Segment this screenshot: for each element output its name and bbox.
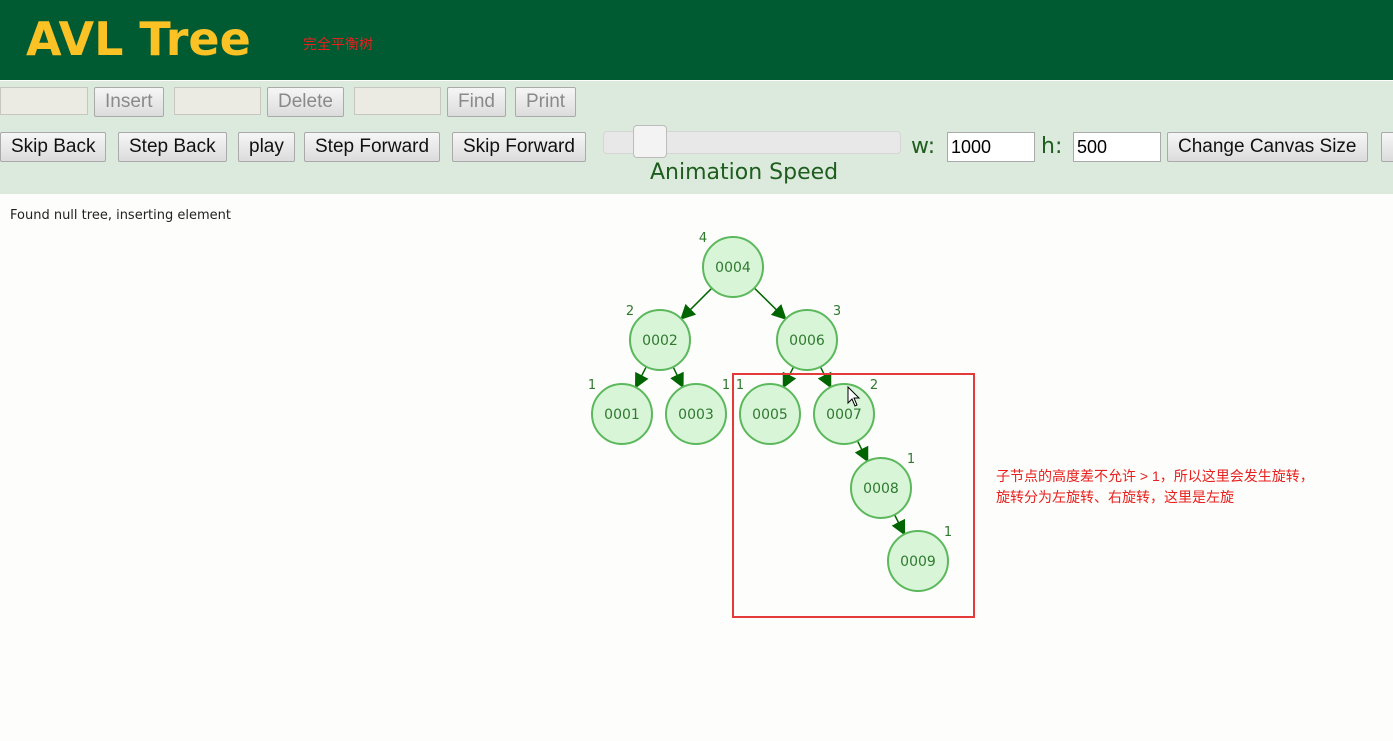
tree-edge xyxy=(680,287,713,320)
node-label: 0002 xyxy=(642,333,678,349)
node-height-label: 4 xyxy=(699,231,707,246)
node-height-label: 2 xyxy=(626,304,634,319)
mouse-cursor-icon xyxy=(847,386,861,407)
rotation-annotation: 子节点的高度差不允许 > 1，所以这里会发生旋转， 旋转分为左旋转、右旋转，这里… xyxy=(996,466,1314,508)
tree-canvas: 0004400022000630001100031000510007200081… xyxy=(588,231,952,592)
tree-edge xyxy=(670,366,684,389)
tree-edge xyxy=(635,366,649,389)
node-label: 0001 xyxy=(604,407,640,423)
annotation-line-2: 旋转分为左旋转、右旋转，这里是左旋 xyxy=(996,489,1234,505)
node-height-label: 1 xyxy=(722,378,730,393)
node-label: 0004 xyxy=(715,260,751,276)
node-height-label: 3 xyxy=(833,304,841,319)
tree-edge xyxy=(753,287,787,320)
node-label: 0003 xyxy=(678,407,714,423)
node-label: 0006 xyxy=(789,333,825,349)
annotation-line-1: 子节点的高度差不允许 > 1，所以这里会发生旋转， xyxy=(996,468,1314,484)
node-height-label: 1 xyxy=(588,378,596,393)
